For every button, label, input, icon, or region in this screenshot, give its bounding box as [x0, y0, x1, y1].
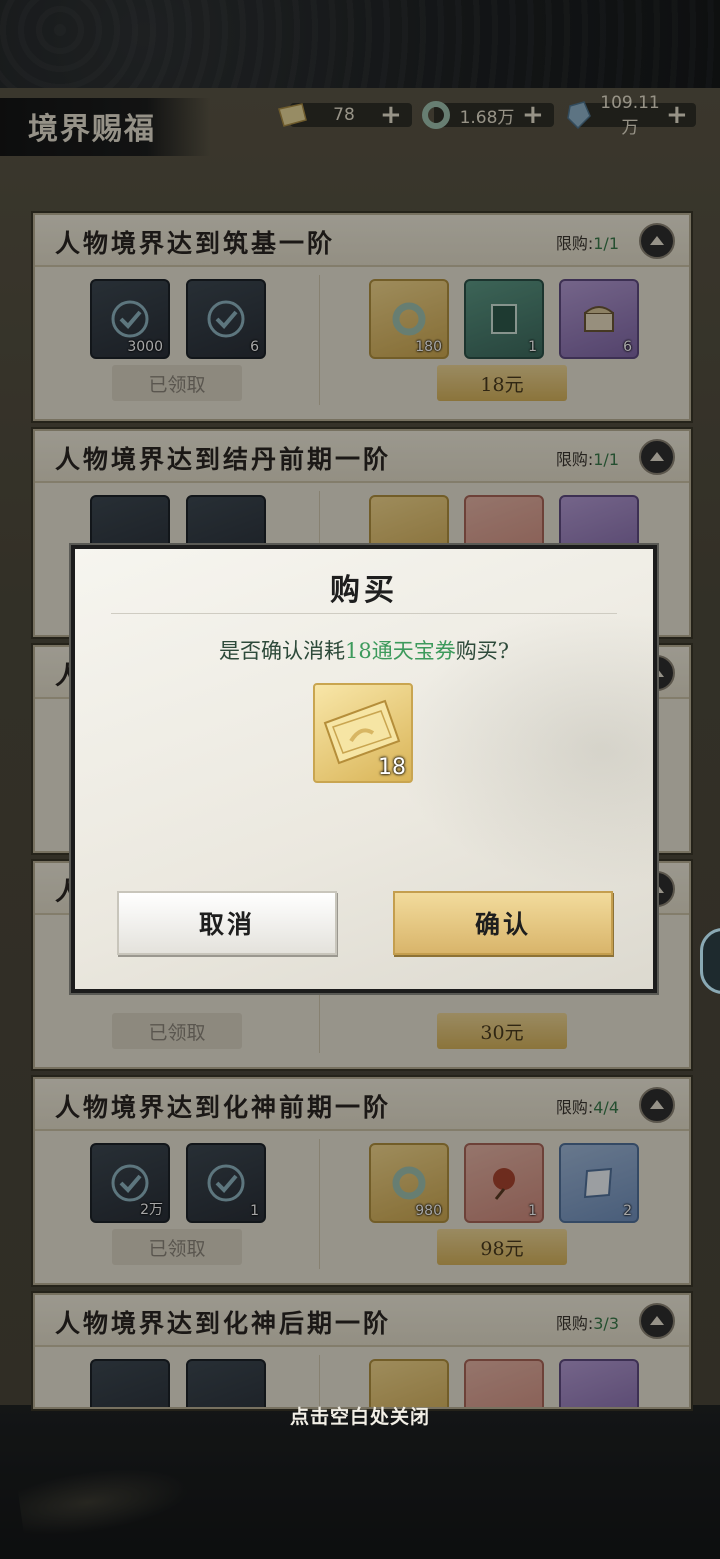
close-hint: 点击空白处关闭 — [289, 1406, 430, 1428]
dialog-title: 购买 — [330, 573, 398, 608]
divider — [111, 613, 617, 614]
confirm-button[interactable]: 确认 — [393, 891, 613, 955]
cost-highlight: 18通天宝券 — [345, 639, 456, 663]
cancel-button[interactable]: 取消 — [117, 891, 337, 955]
ticket-item[interactable]: 18 — [313, 683, 413, 783]
item-count: 18 — [378, 755, 406, 780]
confirm-question: 是否确认消耗18通天宝券购买? — [219, 639, 509, 663]
purchase-dialog: 购买 是否确认消耗18通天宝券购买? 18 取消 确认 — [71, 545, 657, 993]
